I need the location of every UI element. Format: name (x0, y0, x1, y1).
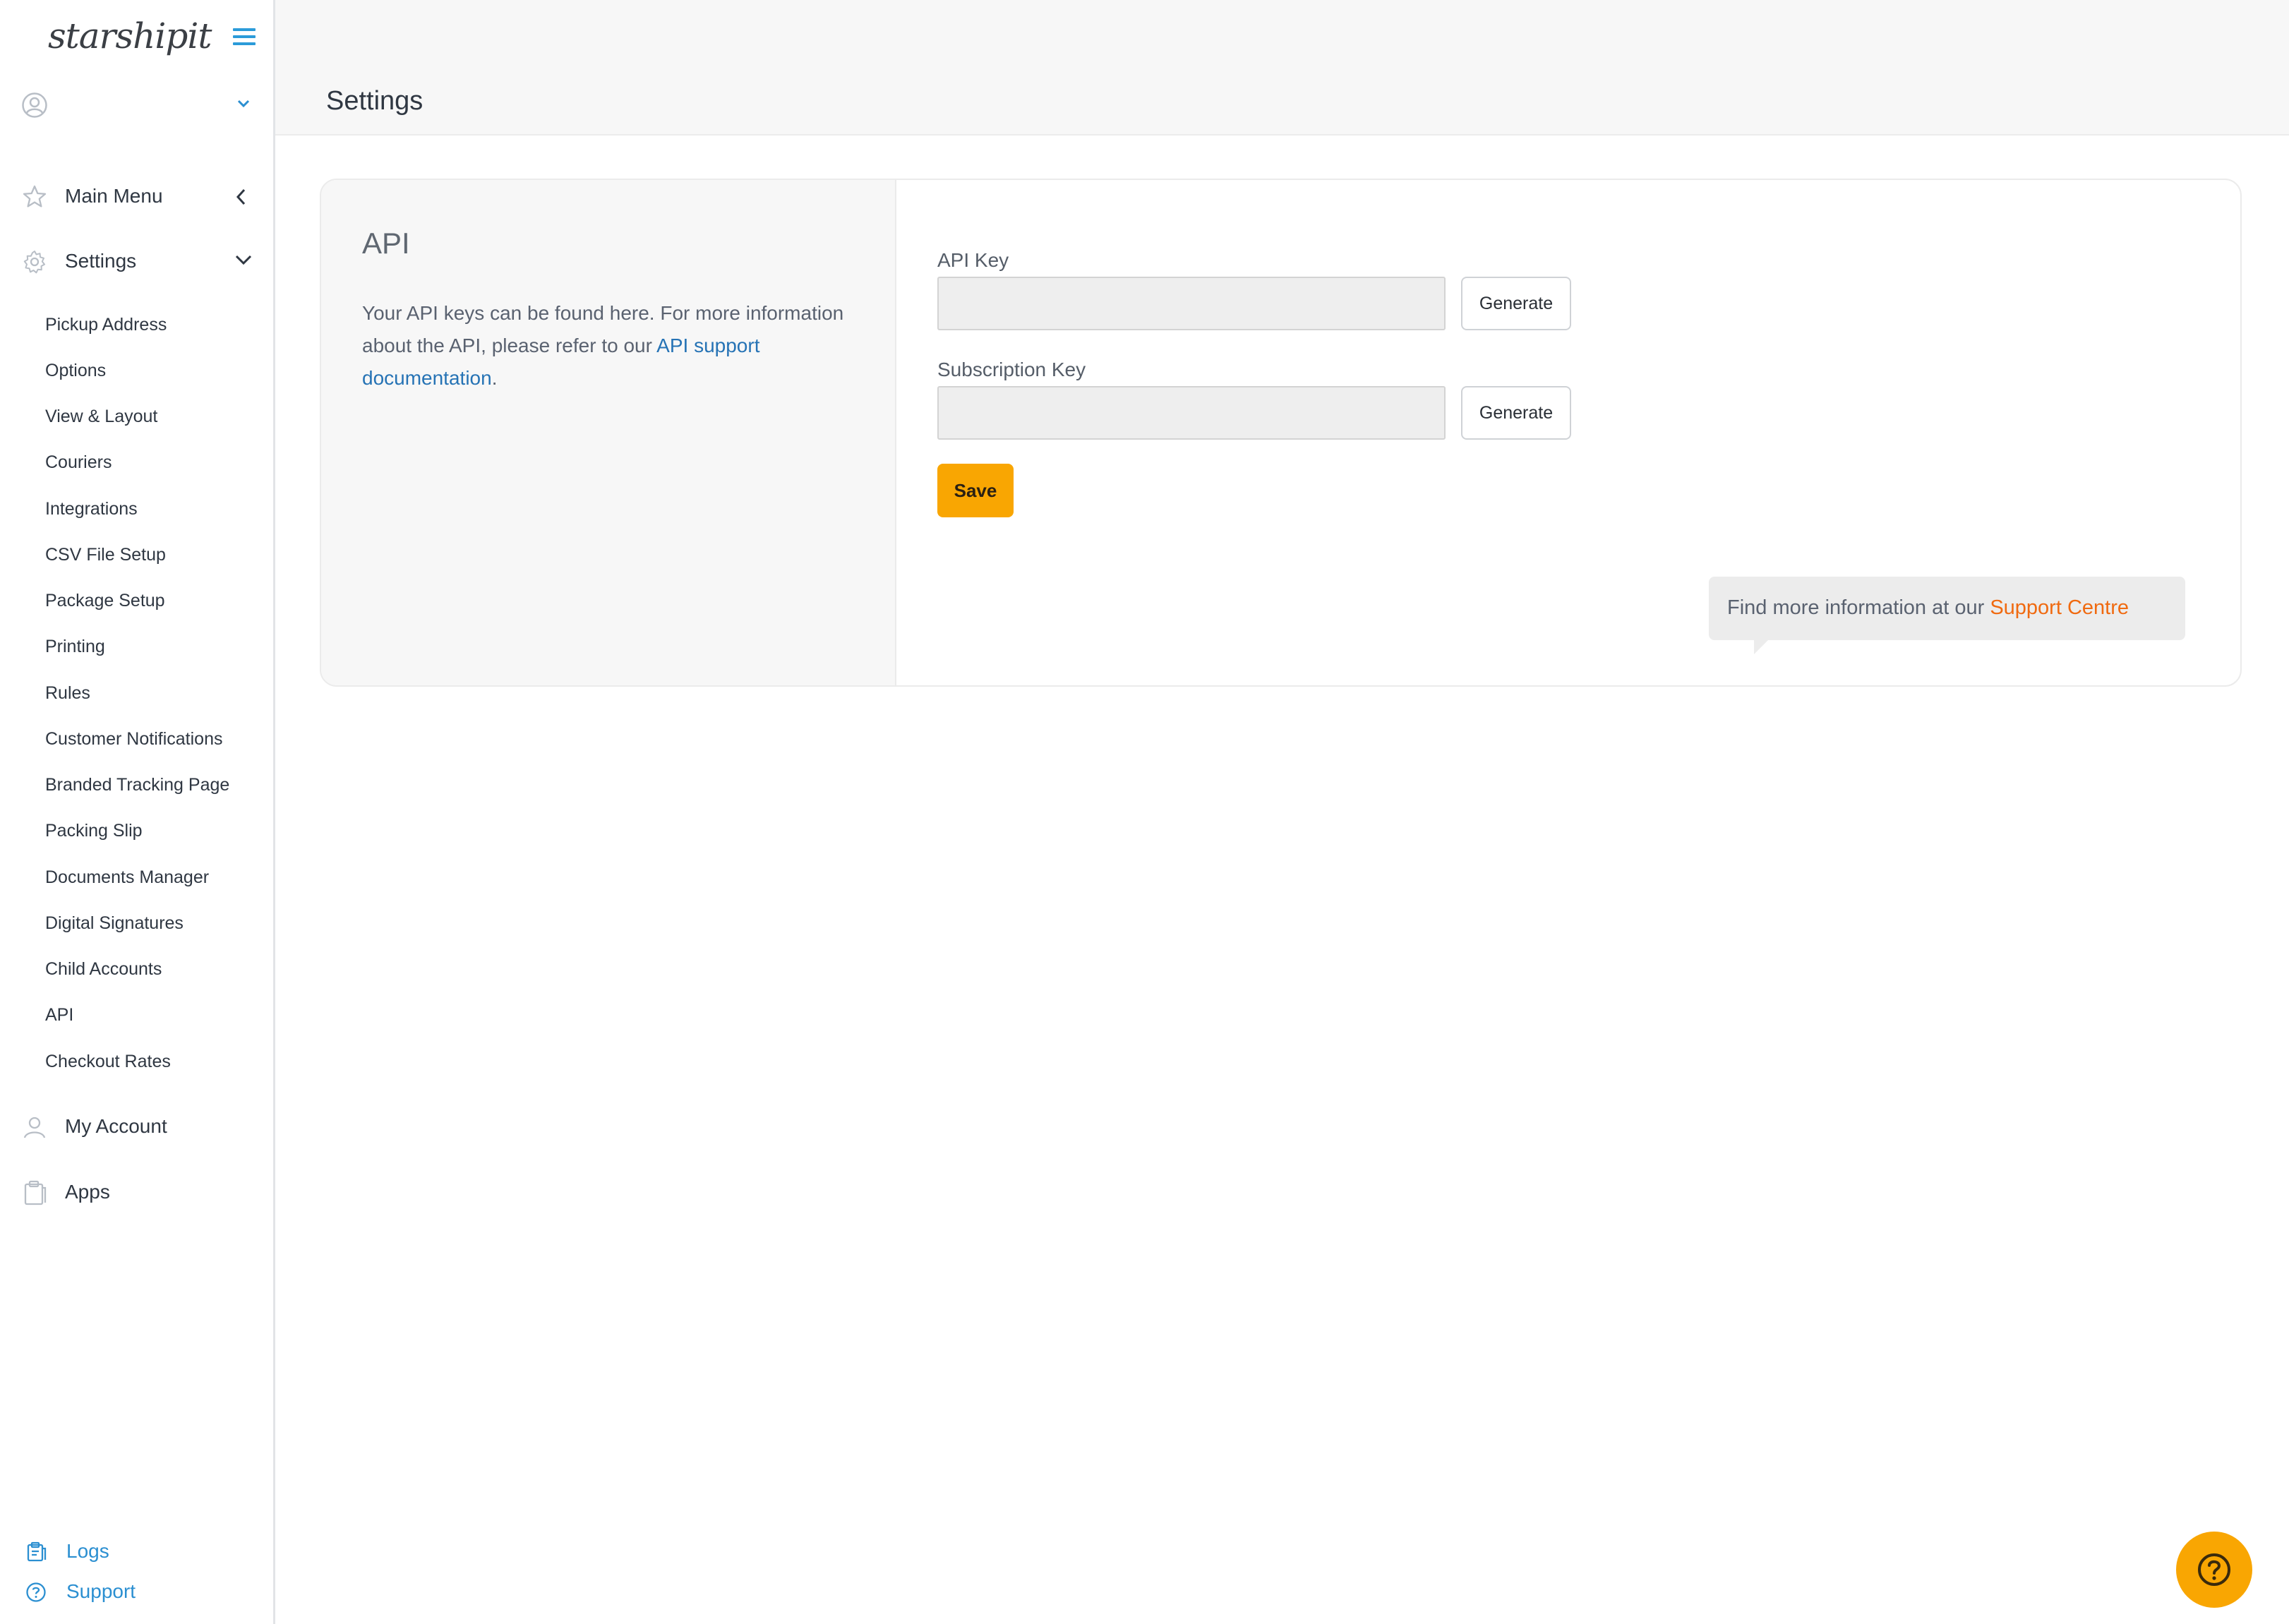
sidebar-item-csv-file-setup[interactable]: CSV File Setup (45, 545, 166, 565)
bubble-tail (1754, 639, 1770, 654)
star-icon (23, 185, 47, 207)
support-info-bubble: Find more information at our Support Cen… (1709, 577, 2185, 654)
sidebar-item-pickup-address[interactable]: Pickup Address (45, 315, 167, 335)
sidebar-item-integrations[interactable]: Integrations (45, 499, 138, 519)
account-switcher[interactable] (21, 90, 261, 123)
section-title: API (362, 227, 410, 260)
generate-subscription-key-button[interactable]: Generate (1461, 386, 1571, 440)
page-title: Settings (326, 86, 423, 116)
sidebar-item-digital-signatures[interactable]: Digital Signatures (45, 913, 184, 934)
sidebar: starshipit Main Menu Settings Pickup Add… (0, 0, 275, 1624)
sidebar-item-branded-tracking-page[interactable]: Branded Tracking Page (45, 775, 229, 795)
description-suffix: . (491, 367, 498, 389)
nav-main-menu[interactable]: Main Menu (21, 176, 261, 219)
support-label: Support (66, 1580, 136, 1602)
nav-main-menu-label: Main Menu (65, 185, 163, 207)
generate-api-key-button[interactable]: Generate (1461, 277, 1571, 330)
hamburger-menu-icon[interactable] (233, 28, 256, 48)
sidebar-item-printing[interactable]: Printing (45, 637, 105, 657)
brand-logo[interactable]: starshipit (48, 16, 212, 56)
chevron-left-icon (236, 188, 246, 205)
description-text: Your API keys can be found here. For mor… (362, 302, 844, 356)
sidebar-item-packing-slip[interactable]: Packing Slip (45, 821, 143, 841)
support-info-text: Find more information at our Support Cen… (1727, 596, 2129, 620)
nav-settings[interactable]: Settings (21, 241, 261, 284)
nav-my-account-label: My Account (65, 1115, 167, 1137)
api-section-info: API Your API keys can be found here. For… (321, 180, 896, 685)
sidebar-item-view-layout[interactable]: View & Layout (45, 407, 157, 427)
sidebar-item-couriers[interactable]: Couriers (45, 452, 112, 473)
nav-apps[interactable]: Apps (21, 1172, 261, 1215)
subscription-key-label: Subscription Key (937, 359, 1086, 380)
sidebar-item-documents-manager[interactable]: Documents Manager (45, 867, 209, 888)
nav-settings-label: Settings (65, 250, 137, 272)
help-button[interactable] (2176, 1532, 2252, 1608)
gear-icon (23, 251, 45, 274)
section-description: Your API keys can be found here. For mor… (362, 297, 856, 395)
person-icon (23, 1117, 46, 1138)
clipboard-icon (24, 1180, 47, 1205)
question-circle-icon (26, 1582, 46, 1602)
support-centre-link[interactable]: Support Centre (1990, 596, 2129, 619)
help-question-icon (2198, 1553, 2230, 1586)
sidebar-item-api[interactable]: API (45, 1005, 73, 1025)
chevron-down-icon (237, 100, 250, 108)
api-key-label: API Key (937, 249, 1009, 271)
app-root: starshipit Main Menu Settings Pickup Add… (0, 0, 2289, 1624)
api-settings-card: API Your API keys can be found here. For… (320, 179, 2242, 687)
api-key-field[interactable] (937, 277, 1446, 330)
sidebar-item-rules[interactable]: Rules (45, 683, 90, 704)
sidebar-item-checkout-rates[interactable]: Checkout Rates (45, 1052, 171, 1072)
sidebar-item-customer-notifications[interactable]: Customer Notifications (45, 729, 222, 750)
chevron-down-icon (235, 255, 252, 265)
subscription-key-field[interactable] (937, 386, 1446, 440)
sidebar-item-package-setup[interactable]: Package Setup (45, 591, 165, 611)
support-info-prefix: Find more information at our (1727, 596, 1990, 619)
sidebar-item-child-accounts[interactable]: Child Accounts (45, 959, 162, 980)
save-button[interactable]: Save (937, 464, 1014, 517)
nav-apps-label: Apps (65, 1181, 110, 1203)
clipboard-list-icon (27, 1541, 47, 1562)
nav-my-account[interactable]: My Account (21, 1107, 261, 1149)
sidebar-item-options[interactable]: Options (45, 361, 106, 381)
logs-label: Logs (66, 1540, 109, 1562)
user-circle-icon (22, 92, 47, 118)
page-header: Settings (275, 0, 2289, 136)
